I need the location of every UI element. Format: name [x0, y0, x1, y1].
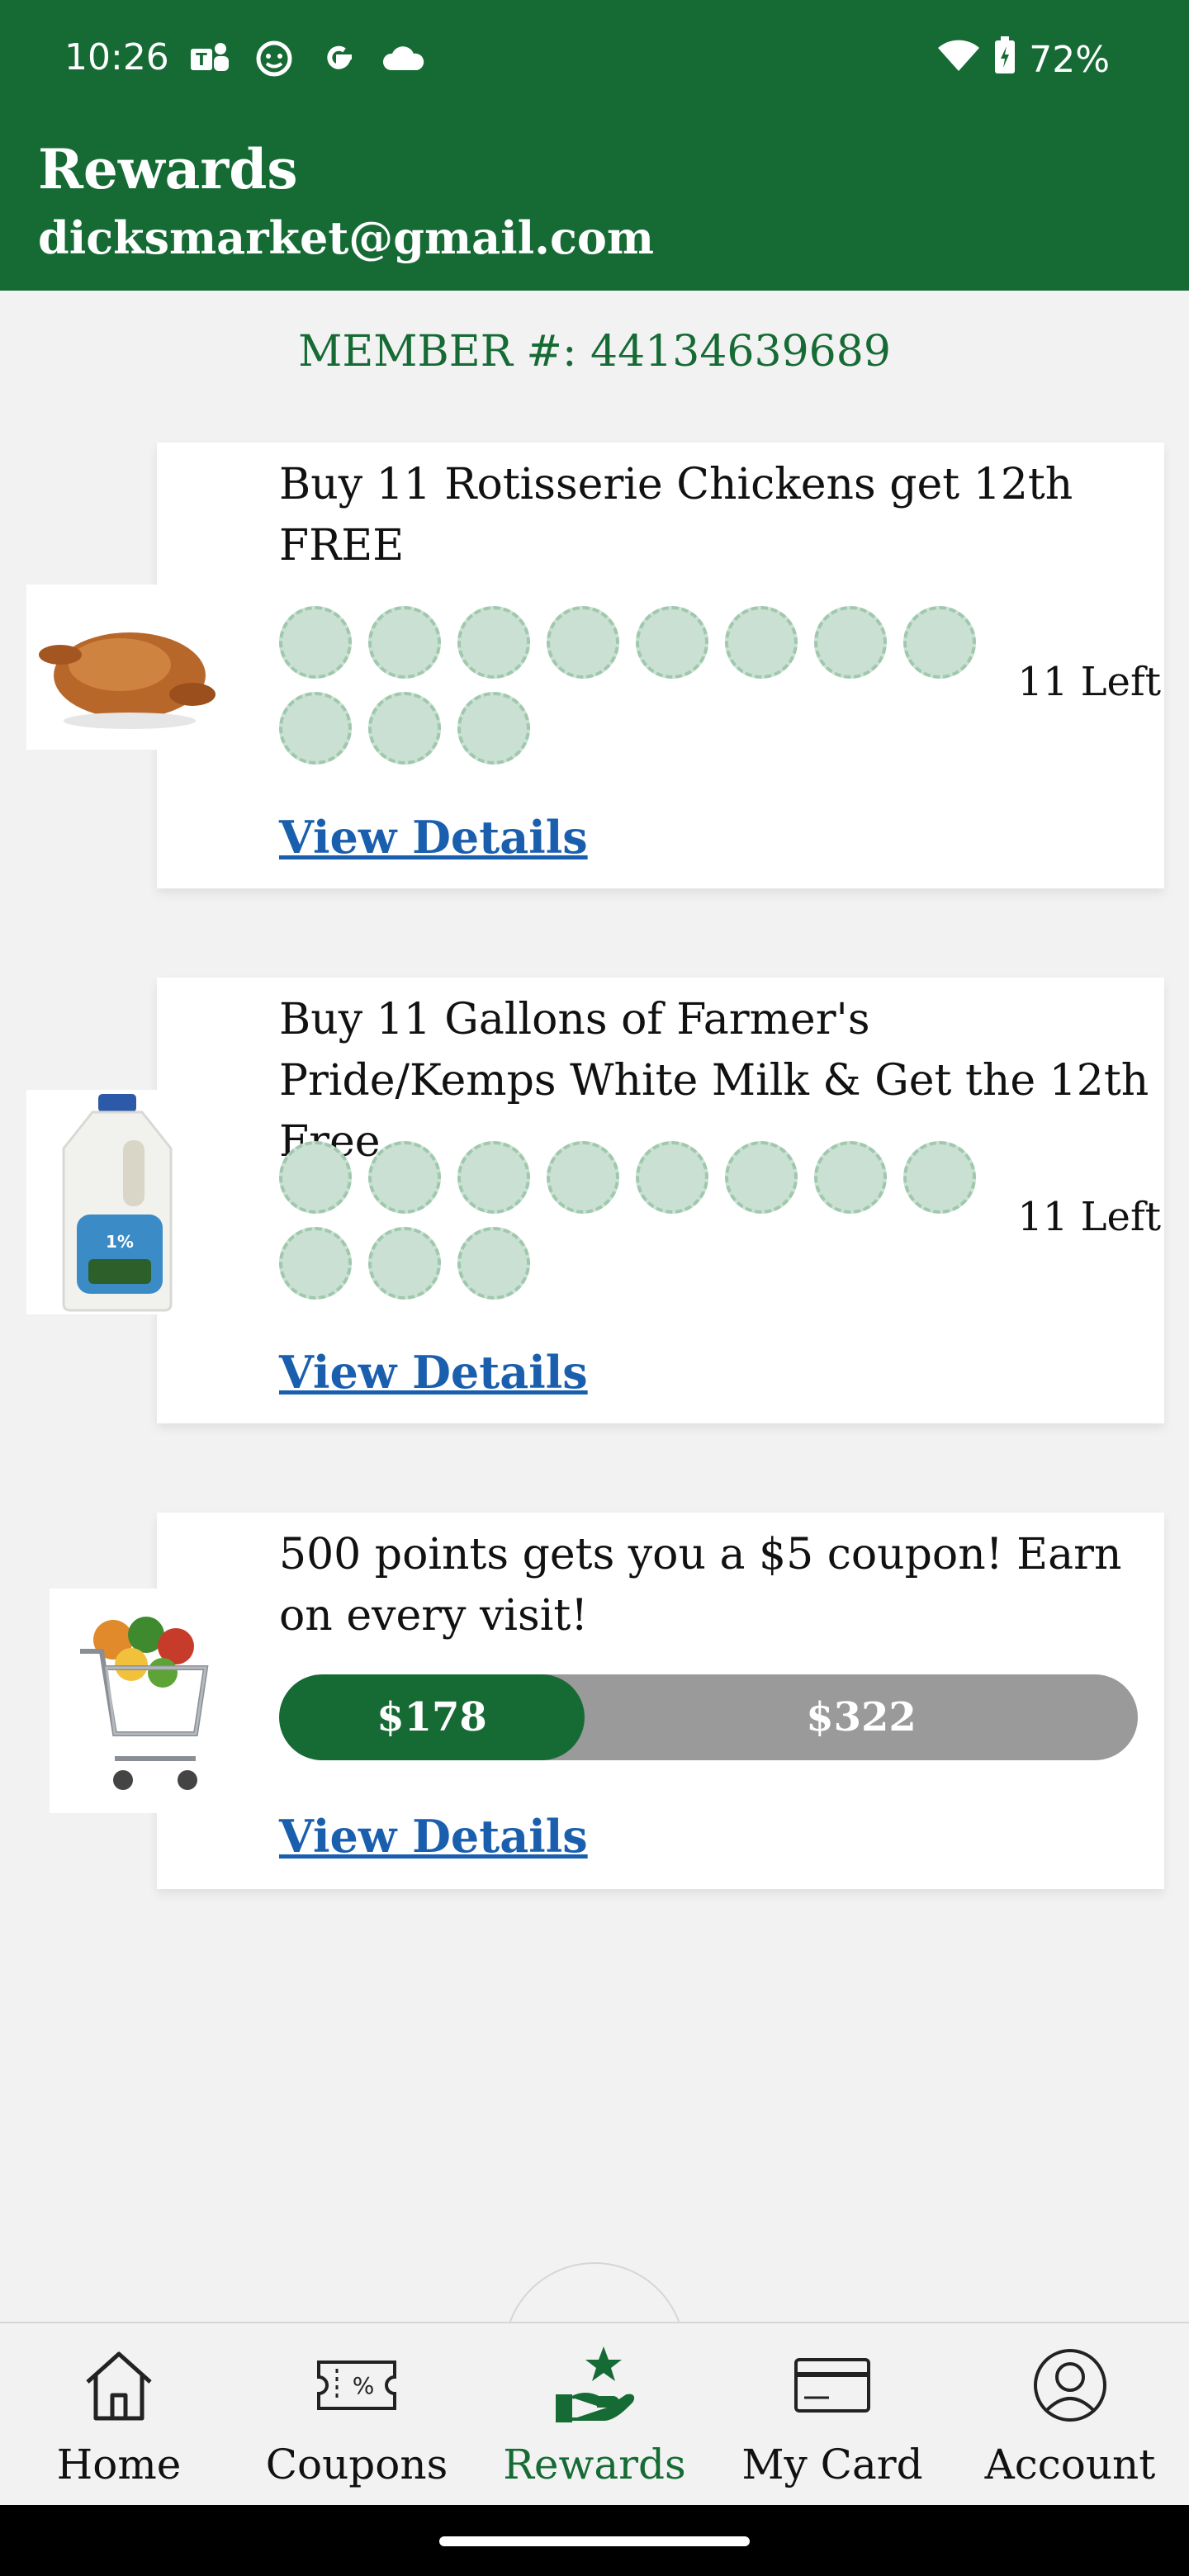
punch-slot	[547, 1141, 619, 1214]
milk-image: 1%	[26, 1090, 208, 1314]
punch-slot	[368, 1141, 441, 1214]
status-notification-icons: T	[187, 38, 426, 79]
svg-text:T: T	[196, 50, 207, 69]
nav-my-card[interactable]: My Card	[713, 2340, 951, 2488]
nav-label: My Card	[741, 2441, 923, 2488]
teams-icon: T	[187, 38, 233, 79]
status-time: 10:26	[64, 36, 169, 78]
bottom-nav: Home % Coupons Rewards My Card Account	[0, 2322, 1189, 2505]
status-bar: 10:26 T 72%	[0, 0, 1189, 116]
punch-slot	[903, 1141, 976, 1214]
punch-slot	[457, 1141, 530, 1214]
nav-home[interactable]: Home	[0, 2340, 238, 2488]
account-email: dicksmarket@gmail.com	[38, 211, 655, 264]
punch-slot	[636, 1141, 708, 1214]
view-details-link[interactable]: View Details	[279, 1810, 588, 1863]
nav-label: Home	[56, 2441, 182, 2488]
remaining-count: 11 Left	[1017, 1194, 1161, 1240]
points-remaining: $322	[806, 1694, 917, 1740]
reward-title: Buy 11 Rotisserie Chickens get 12th FREE	[279, 460, 1073, 571]
punch-slot	[279, 1141, 352, 1214]
gesture-handle[interactable]	[439, 2536, 750, 2546]
system-gesture-bar	[0, 2505, 1189, 2576]
nav-label: Rewards	[503, 2441, 686, 2488]
punch-slot	[725, 1141, 798, 1214]
home-icon	[86, 2351, 152, 2421]
nav-label: Account	[984, 2441, 1156, 2488]
battery-percent: 72%	[1029, 39, 1110, 81]
punch-slot	[279, 606, 352, 679]
view-details-link[interactable]: View Details	[279, 1346, 588, 1399]
punch-slot	[457, 606, 530, 679]
punch-slot	[725, 606, 798, 679]
wifi-icon	[936, 38, 981, 82]
punch-slot	[457, 692, 530, 765]
grocery-cart-image	[50, 1589, 226, 1813]
battery-icon	[994, 36, 1016, 83]
punch-slot	[368, 692, 441, 765]
nav-rewards[interactable]: Rewards	[476, 2340, 713, 2488]
coupon-icon: %	[317, 2361, 396, 2410]
reward-title: 500 points gets you a $5 coupon! Earn on…	[279, 1530, 1122, 1641]
punch-slot	[368, 1227, 441, 1300]
points-earned: $178	[279, 1674, 585, 1760]
punch-slot	[279, 1227, 352, 1300]
nav-label: Coupons	[265, 2441, 448, 2488]
punch-slot	[279, 692, 352, 765]
svg-text:%: %	[353, 2372, 375, 2399]
account-icon	[1034, 2349, 1106, 2422]
punch-slot	[903, 606, 976, 679]
nav-account[interactable]: Account	[951, 2340, 1189, 2488]
status-right: 72%	[936, 36, 1110, 83]
punch-card	[279, 1141, 1006, 1300]
points-progress-bar: $178 $322	[279, 1674, 1138, 1760]
notification-icon	[251, 38, 297, 79]
app-header: 10:26 T 72% Rewards dicksmarket@gmail.co…	[0, 0, 1189, 291]
svg-text:1%: 1%	[106, 1232, 134, 1252]
rewards-icon	[556, 2346, 635, 2422]
punch-slot	[814, 606, 887, 679]
punch-slot	[368, 606, 441, 679]
punch-card	[279, 606, 1006, 765]
cloud-icon	[380, 38, 426, 79]
remaining-count: 11 Left	[1017, 659, 1161, 705]
punch-slot	[457, 1227, 530, 1300]
page-title: Rewards	[38, 137, 298, 201]
nav-coupons[interactable]: % Coupons	[238, 2340, 476, 2488]
card-icon	[794, 2358, 870, 2413]
chicken-image	[26, 585, 225, 750]
member-number: MEMBER #: 44134639689	[298, 327, 891, 376]
view-details-link[interactable]: View Details	[279, 811, 588, 864]
google-icon	[315, 38, 362, 79]
punch-slot	[636, 606, 708, 679]
punch-slot	[814, 1141, 887, 1214]
punch-slot	[547, 606, 619, 679]
